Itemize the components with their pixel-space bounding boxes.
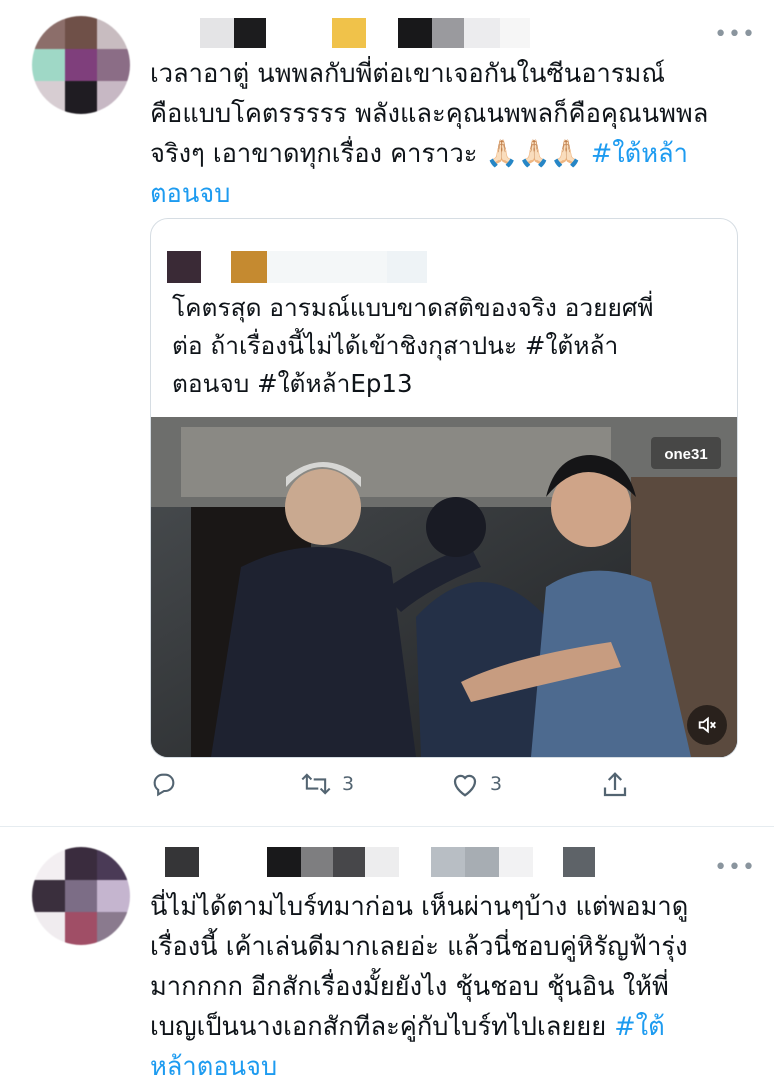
more-options-icon[interactable]: •••: [714, 24, 756, 46]
tweet-1: ••• เวลาอาตู่ นพพลกับพี่ต่อเขาเจอกันในซี…: [0, 0, 774, 826]
like-button[interactable]: 3: [450, 770, 502, 798]
quoted-tweet-text: โคตรสุด อารมณ์แบบขาดสติของจริง อวยยศพี่ …: [172, 289, 732, 403]
quoted-redacted-username[interactable]: [167, 251, 427, 283]
retweet-count: 3: [342, 773, 355, 795]
reply-icon: [153, 773, 175, 797]
redacted-username[interactable]: [200, 18, 530, 48]
retweet-icon: [301, 773, 331, 795]
heart-icon: [453, 774, 477, 797]
tweet-2: ••• นี่ไม่ได้ตามไบร์ทมาก่อน เห็นผ่านๆบ้า…: [0, 827, 774, 1082]
reply-button[interactable]: [150, 770, 188, 798]
share-icon: [603, 772, 627, 797]
tweet-text-segment: โคตรสุด อารมณ์แบบขาดสติของจริง อวยยศพี่ …: [172, 293, 654, 398]
redacted-username[interactable]: [165, 847, 595, 877]
quoted-video[interactable]: one31: [151, 417, 737, 757]
tweet-actions: 3 3: [150, 770, 670, 810]
share-button[interactable]: [600, 770, 630, 800]
tweet-text: นี่ไม่ได้ตามไบร์ทมาก่อน เห็นผ่านๆบ้าง แต…: [150, 887, 760, 1087]
quoted-tweet[interactable]: โคตรสุด อารมณ์แบบขาดสติของจริง อวยยศพี่ …: [150, 218, 738, 758]
tweet-text-segment: นี่ไม่ได้ตามไบร์ทมาก่อน เห็นผ่านๆบ้าง แต…: [150, 892, 689, 1042]
retweet-button[interactable]: 3: [300, 770, 354, 798]
user-avatar[interactable]: [32, 16, 130, 114]
channel-watermark: one31: [664, 446, 707, 463]
video-frame-image: one31: [151, 417, 737, 757]
more-options-icon[interactable]: •••: [714, 857, 756, 879]
like-count: 3: [490, 773, 503, 795]
volume-mute-icon[interactable]: [687, 705, 727, 745]
tweet-text-segment: [583, 139, 591, 169]
user-avatar[interactable]: [32, 847, 130, 945]
praying-hands-emoji: 🙏🏻🙏🏻🙏🏻: [485, 139, 583, 169]
tweet-text: เวลาอาตู่ นพพลกับพี่ต่อเขาเจอกันในซีนอาร…: [150, 54, 760, 214]
